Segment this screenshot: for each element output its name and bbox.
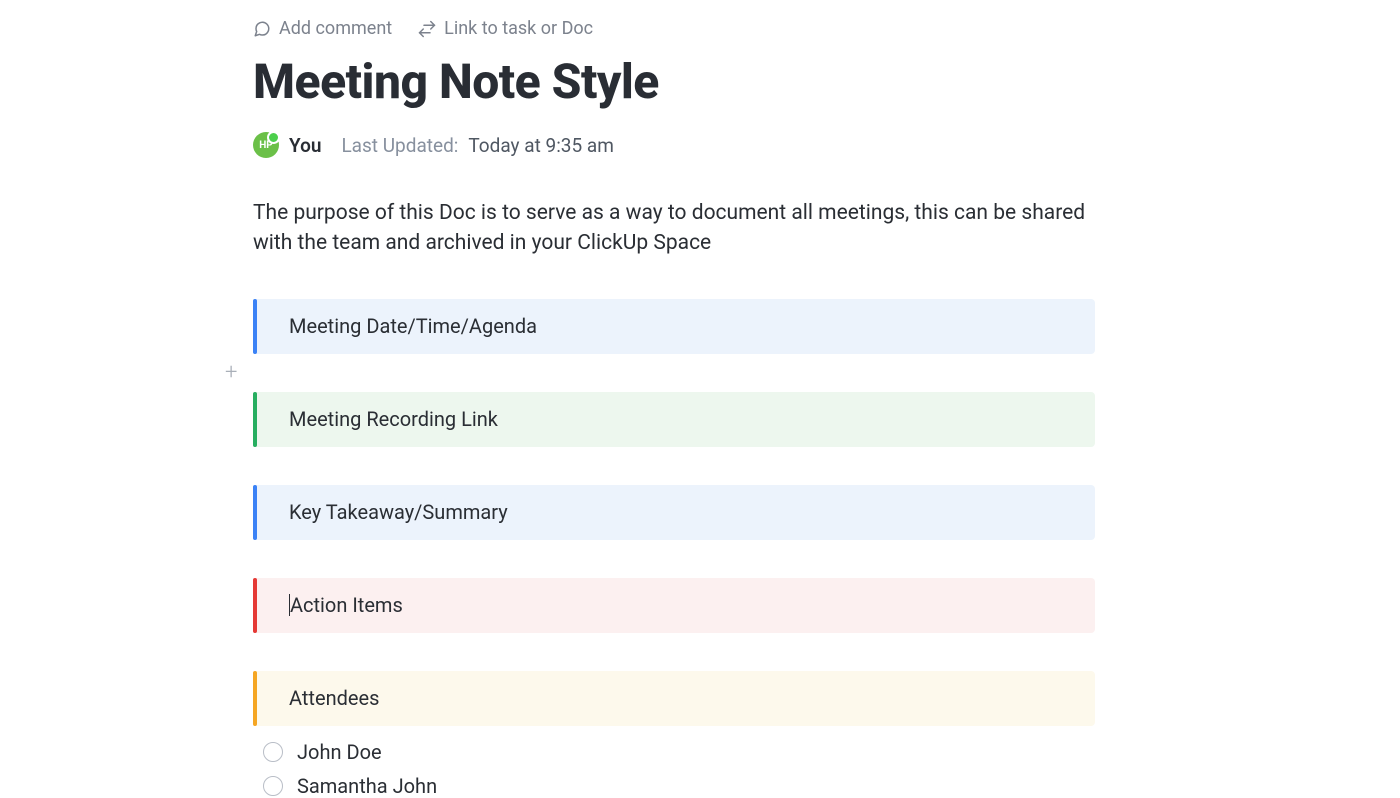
link-task-label: Link to task or Doc (444, 18, 593, 39)
comment-icon (253, 20, 271, 38)
callout-row: Attendees John Doe Samantha John (253, 671, 1095, 798)
callout-row: +Meeting Recording Link (253, 392, 1095, 447)
last-updated-label: Last Updated: (341, 134, 458, 157)
link-task-button[interactable]: Link to task or Doc (418, 18, 593, 39)
list-item[interactable]: Samantha John (263, 774, 1095, 798)
link-icon (418, 20, 436, 38)
callout-label: Attendees (289, 686, 379, 710)
callout-label: Meeting Date/Time/Agenda (289, 314, 537, 338)
attendees-list: John Doe Samantha John (253, 740, 1095, 798)
attendee-name: Samantha John (297, 774, 437, 798)
callout-blue[interactable]: Meeting Date/Time/Agenda (253, 299, 1095, 354)
callout-label: Key Takeaway/Summary (289, 500, 508, 524)
callout-row: Meeting Date/Time/Agenda (253, 299, 1095, 354)
callout-red[interactable]: Action Items (253, 578, 1095, 633)
author-you: You (289, 134, 321, 157)
radio-icon[interactable] (263, 742, 283, 762)
meta-row: HP You Last Updated: Today at 9:35 am (253, 132, 1095, 158)
callout-blocks: Meeting Date/Time/Agenda +Meeting Recordi… (253, 299, 1095, 798)
callout-label: Action Items (290, 593, 403, 617)
avatar[interactable]: HP (253, 132, 279, 158)
page-title[interactable]: Meeting Note Style (253, 53, 1095, 110)
attendee-name: John Doe (297, 740, 382, 764)
last-updated-time: Today at 9:35 am (468, 134, 613, 157)
add-comment-label: Add comment (279, 18, 392, 39)
radio-icon[interactable] (263, 776, 283, 796)
callout-row: Action Items (253, 578, 1095, 633)
list-item[interactable]: John Doe (263, 740, 1095, 764)
callout-blue[interactable]: Key Takeaway/Summary (253, 485, 1095, 540)
callout-green[interactable]: Meeting Recording Link (253, 392, 1095, 447)
callout-row: Key Takeaway/Summary (253, 485, 1095, 540)
top-actions: Add comment Link to task or Doc (253, 18, 1095, 39)
document-description[interactable]: The purpose of this Doc is to serve as a… (253, 198, 1095, 259)
add-block-handle[interactable]: + (225, 362, 237, 384)
document-container: Add comment Link to task or Doc Meeting … (0, 0, 1095, 798)
add-comment-button[interactable]: Add comment (253, 18, 392, 39)
callout-yellow[interactable]: Attendees (253, 671, 1095, 726)
callout-label: Meeting Recording Link (289, 407, 498, 431)
